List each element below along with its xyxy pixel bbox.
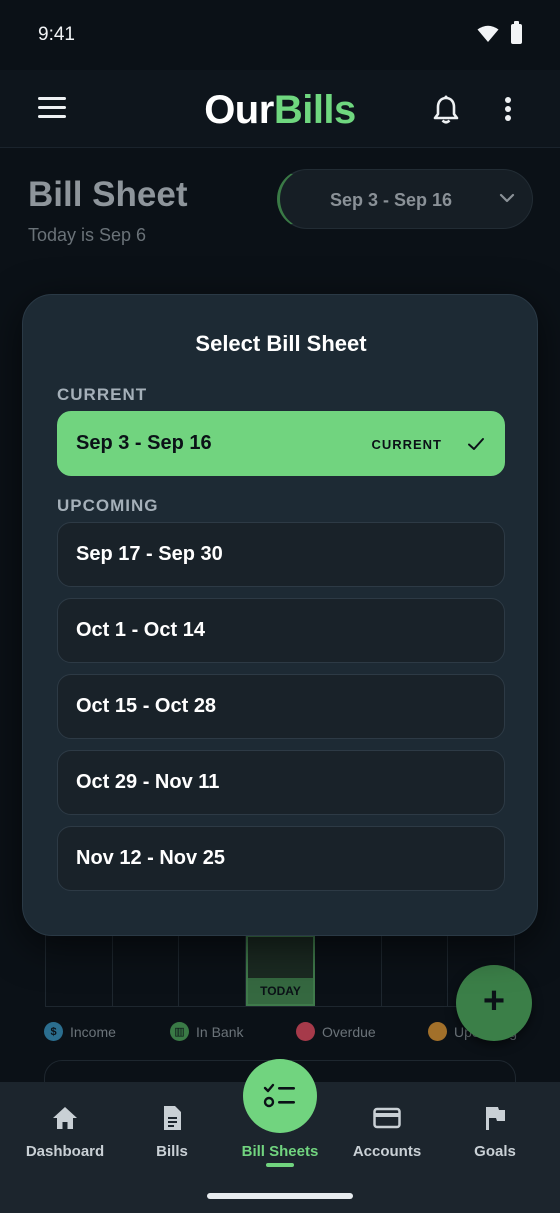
legend-label: Overdue (322, 1023, 376, 1040)
chevron-down-icon (499, 193, 515, 203)
nav-item-goals[interactable]: Goals (440, 1082, 550, 1182)
home-indicator (207, 1193, 353, 1199)
status-bar: 9:41 (0, 0, 560, 70)
section-label-upcoming: UPCOMING (57, 496, 159, 515)
logo-bills: Bills (273, 88, 356, 132)
nav-label: Accounts (352, 1143, 422, 1160)
calendar-day[interactable] (315, 935, 382, 1006)
app-logo: OurBills (0, 88, 560, 133)
more-vert-icon[interactable] (500, 97, 516, 123)
sheet-option[interactable]: Oct 1 - Oct 14 (57, 598, 505, 663)
bill-sheet-range-select[interactable]: Sep 3 - Sep 16 (277, 169, 533, 229)
nav-item-dashboard[interactable]: Dashboard (10, 1082, 120, 1182)
nav-item-accounts[interactable]: Accounts (332, 1082, 442, 1182)
legend: $ Income ▥ In Bank Overdue Upcoming (44, 1022, 524, 1046)
nav-item-bills[interactable]: Bills (117, 1082, 227, 1182)
bell-icon[interactable] (432, 95, 460, 125)
overdue-dot-icon (296, 1022, 315, 1041)
plus-icon: + (482, 980, 506, 1022)
nav-active-indicator (266, 1163, 294, 1167)
calendar-day[interactable] (179, 935, 246, 1006)
legend-item-income: $ Income (44, 1022, 116, 1041)
checklist-icon (263, 1083, 295, 1108)
legend-label: Income (70, 1023, 116, 1040)
sheet-option[interactable]: Oct 15 - Oct 28 (57, 674, 505, 739)
sheet-option[interactable]: Nov 12 - Nov 25 (57, 826, 505, 891)
calendar-day-today[interactable]: TODAY (245, 935, 316, 1006)
calendar-strip: TODAY (45, 935, 515, 1007)
current-badge: CURRENT (371, 437, 442, 452)
sheet-option-label: Oct 29 - Nov 11 (76, 771, 220, 793)
sheet-option-label: Oct 1 - Oct 14 (76, 619, 205, 641)
sheet-option-current[interactable]: Sep 3 - Sep 16 CURRENT (57, 411, 505, 476)
battery-icon (511, 21, 522, 44)
dollar-icon: $ (44, 1022, 63, 1041)
wifi-icon (477, 25, 499, 42)
today-label: TODAY (247, 978, 314, 1004)
credit-card-icon (373, 1107, 401, 1129)
nav-active-bubble[interactable] (243, 1059, 317, 1133)
app-bar: OurBills (0, 70, 560, 148)
calendar-day[interactable] (46, 935, 113, 1006)
page-title: Bill Sheet (28, 175, 188, 214)
modal-title: Select Bill Sheet (195, 331, 367, 356)
sheet-option[interactable]: Sep 17 - Sep 30 (57, 522, 505, 587)
flag-icon (486, 1107, 505, 1130)
add-bill-fab[interactable]: + (456, 965, 532, 1041)
check-icon (468, 438, 484, 450)
upcoming-dot-icon (428, 1022, 447, 1041)
section-label-current: CURRENT (57, 385, 148, 404)
legend-item-overdue: Overdue (296, 1022, 376, 1041)
nav-label: Bills (156, 1143, 188, 1160)
page-subtitle: Today is Sep 6 (28, 225, 147, 245)
select-bill-sheet-modal: Select Bill Sheet CURRENT Sep 3 - Sep 16… (22, 294, 538, 936)
calendar-day[interactable] (113, 935, 180, 1006)
sheet-option-label: Sep 3 - Sep 16 (76, 432, 212, 454)
range-select-label: Sep 3 - Sep 16 (330, 190, 453, 210)
sheet-option-label: Oct 15 - Oct 28 (76, 695, 217, 717)
nav-label: Goals (474, 1143, 516, 1160)
legend-label: In Bank (196, 1023, 244, 1040)
document-icon (164, 1106, 181, 1130)
home-icon (53, 1107, 77, 1129)
sheet-option-label: Sep 17 - Sep 30 (76, 543, 223, 565)
bank-icon: ▥ (170, 1022, 189, 1041)
nav-label: Dashboard (25, 1143, 105, 1160)
sheet-option[interactable]: Oct 29 - Nov 11 (57, 750, 505, 815)
legend-item-in-bank: ▥ In Bank (170, 1022, 243, 1041)
calendar-day[interactable] (382, 935, 449, 1006)
sheet-option-label: Nov 12 - Nov 25 (76, 847, 225, 869)
logo-our: Our (204, 88, 274, 132)
status-time: 9:41 (38, 24, 75, 45)
nav-label: Bill Sheets (241, 1143, 319, 1160)
